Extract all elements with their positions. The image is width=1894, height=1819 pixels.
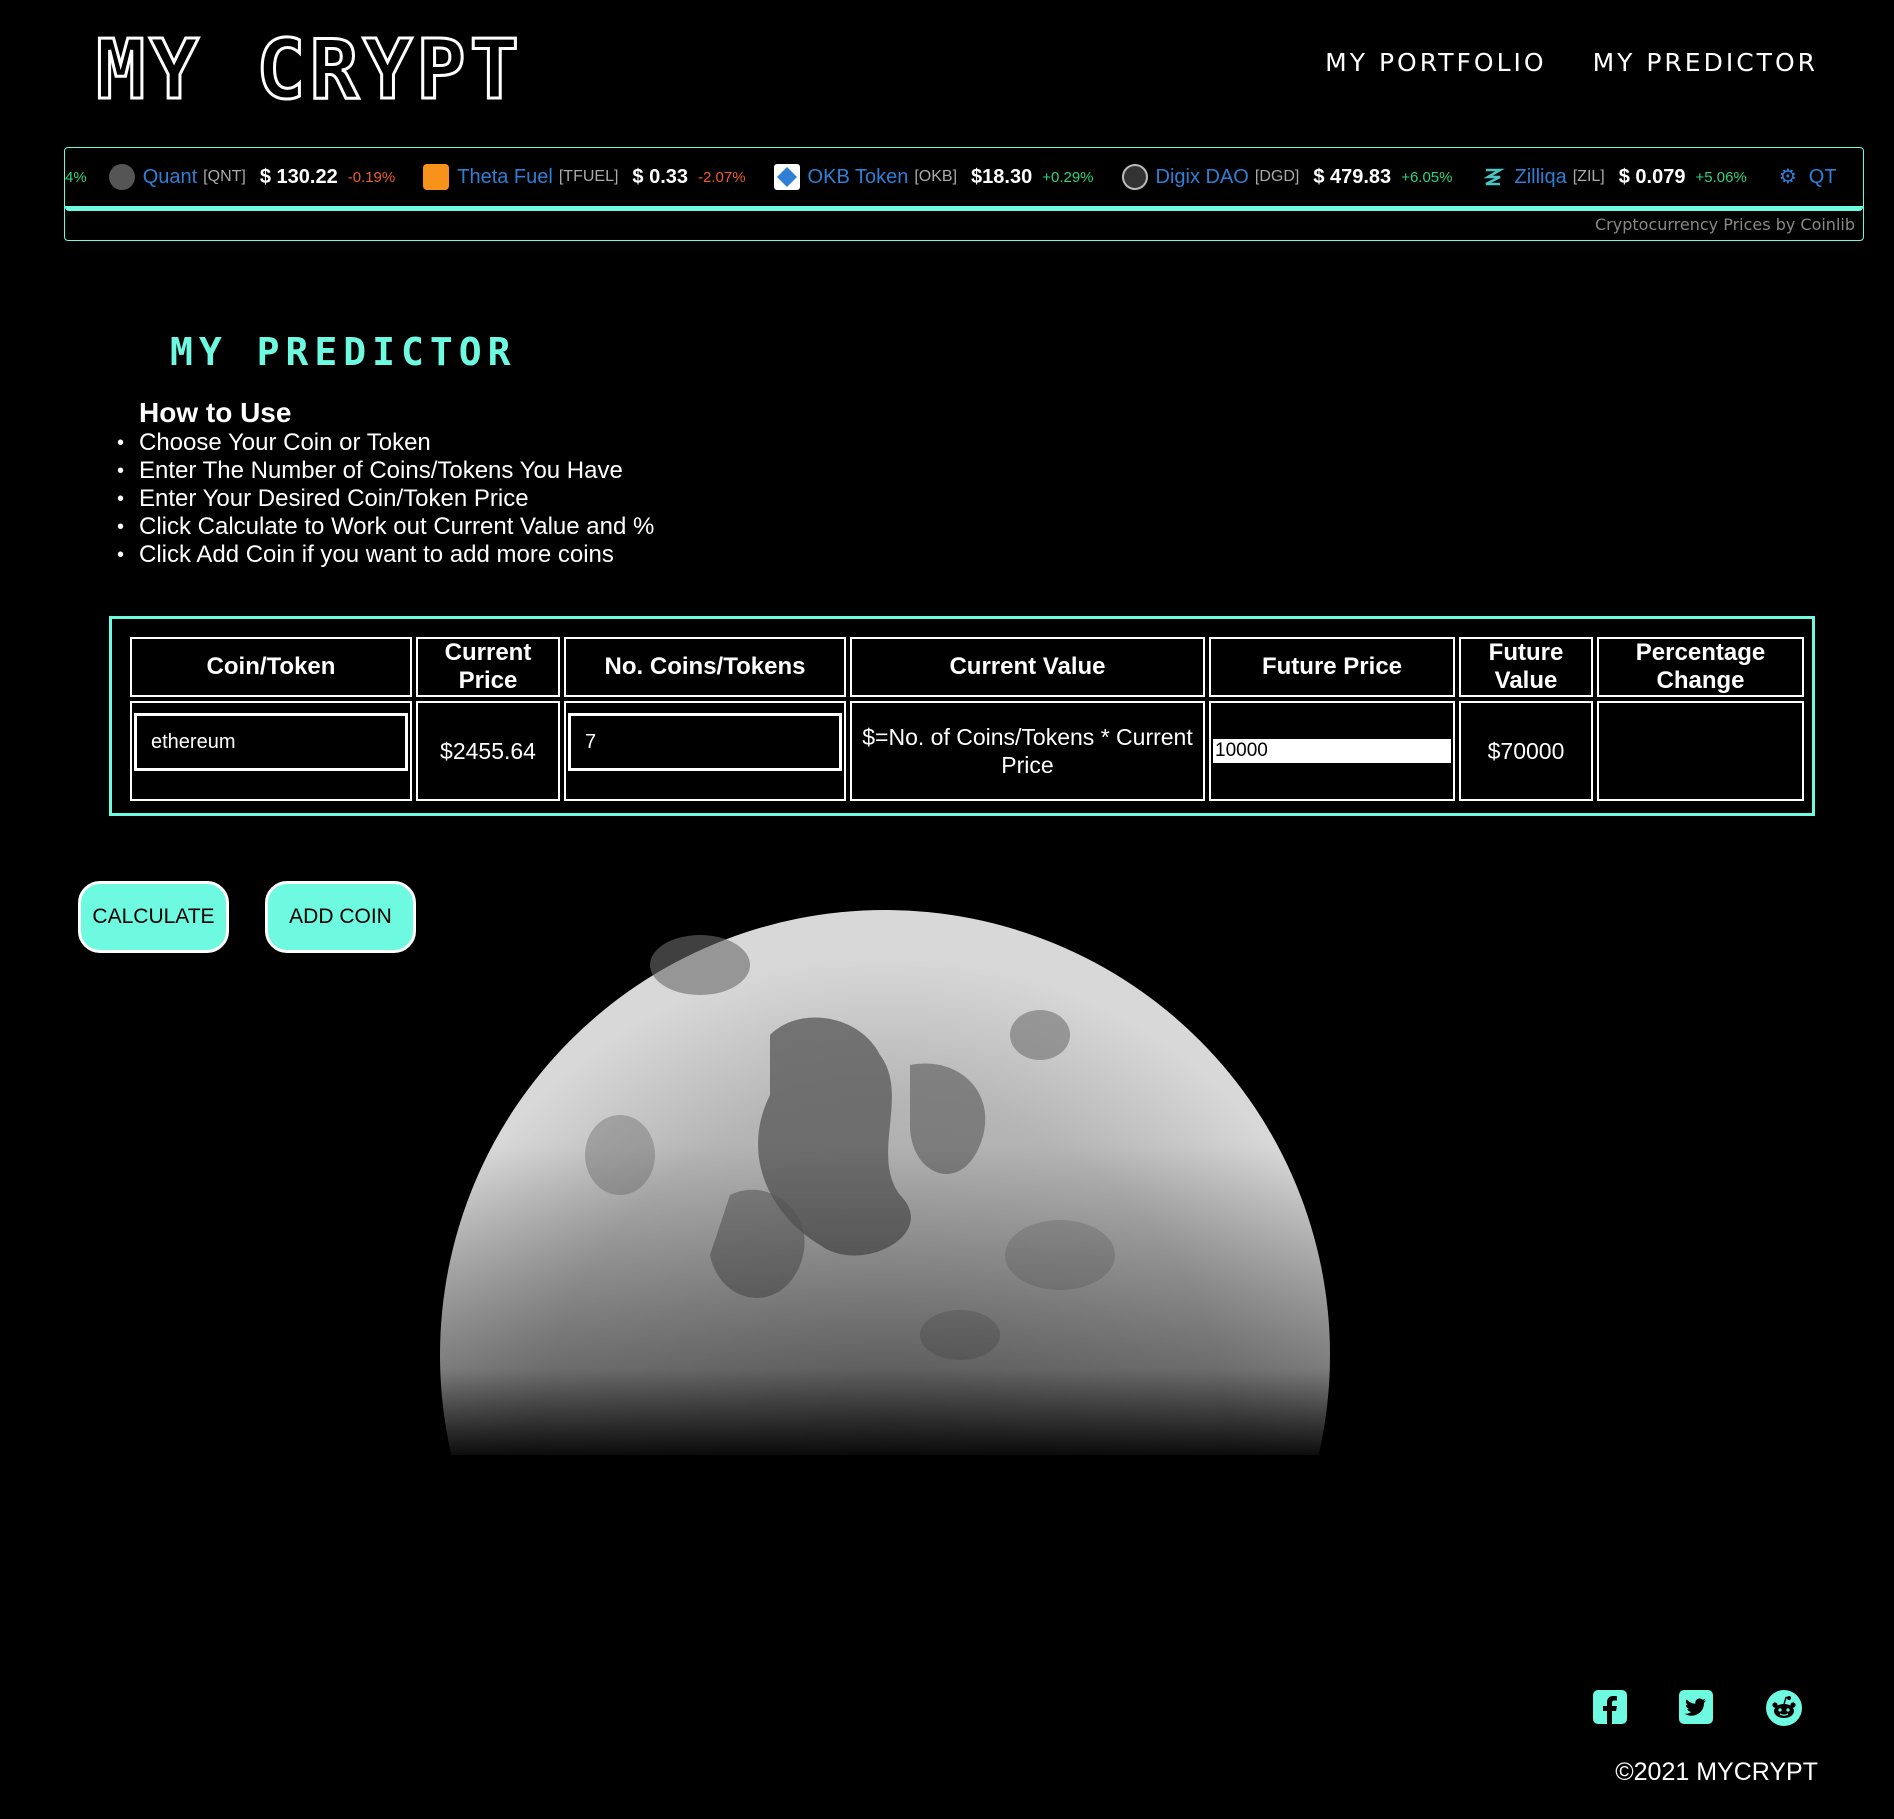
ticker-coin-symbol: [OKB] bbox=[914, 168, 958, 185]
ticker-coin-change: -0.19% bbox=[347, 168, 396, 186]
ticker-coin-change: +0.29% bbox=[1042, 168, 1094, 186]
ticker-item[interactable]: Digix DAO [DGD] $ 479.83 +6.05% bbox=[1121, 164, 1453, 190]
list-item: Click Calculate to Work out Current Valu… bbox=[117, 513, 654, 541]
facebook-icon[interactable] bbox=[1591, 1688, 1629, 1726]
ticker-coin-name[interactable]: Digix DAO bbox=[1156, 166, 1249, 189]
twitter-icon[interactable] bbox=[1677, 1688, 1715, 1726]
coin-cell: ethereum bbox=[130, 701, 412, 801]
ticker-coin-name[interactable]: Quant bbox=[143, 166, 197, 189]
ticker-coin-change: +5.06% bbox=[1695, 168, 1747, 186]
header-coin-token: Coin/Token bbox=[130, 637, 412, 697]
main-nav: MY PORTFOLIO MY PREDICTOR bbox=[1325, 48, 1818, 77]
how-to-use-list: Choose Your Coin or Token Enter The Numb… bbox=[117, 429, 654, 569]
ticker-coin-price: $ 0.33 bbox=[632, 165, 689, 188]
ticker-coin-price: $ 130.22 bbox=[259, 165, 338, 188]
how-to-use-heading: How to Use bbox=[139, 397, 292, 428]
nav-my-predictor[interactable]: MY PREDICTOR bbox=[1593, 48, 1818, 77]
header-current-value: Current Value bbox=[850, 637, 1205, 697]
ticker-lead-change: 4% bbox=[65, 168, 87, 186]
list-item: Enter The Number of Coins/Tokens You Hav… bbox=[117, 457, 654, 485]
ticker-coin-name[interactable]: Theta Fuel bbox=[457, 166, 553, 189]
num-coins-cell: 7 bbox=[564, 701, 846, 801]
header-num-coins: No. Coins/Tokens bbox=[564, 637, 846, 697]
ticker-coin-price: $18.30 bbox=[971, 165, 1033, 188]
num-coins-input[interactable]: 7 bbox=[568, 713, 842, 771]
ticker-coin-name[interactable]: OKB Token bbox=[808, 166, 909, 189]
ticker-coin-symbol: [QNT] bbox=[203, 168, 246, 185]
reddit-icon[interactable] bbox=[1764, 1688, 1804, 1728]
header-future-price: Future Price bbox=[1209, 637, 1455, 697]
table-row: ethereum $2455.64 7 $=No. of Coins/Token… bbox=[130, 701, 1804, 801]
gear-icon: ⚙ bbox=[1778, 166, 1797, 188]
nav-my-portfolio[interactable]: MY PORTFOLIO bbox=[1325, 48, 1546, 77]
future-value-cell: $70000 bbox=[1459, 701, 1593, 801]
ticker-item[interactable]: OKB Token [OKB] $18.30 +0.29% bbox=[773, 164, 1094, 190]
ticker-coin-change: -2.07% bbox=[698, 168, 746, 186]
add-coin-button[interactable]: ADD COIN bbox=[265, 881, 416, 953]
zilliqa-icon bbox=[1480, 164, 1506, 190]
header-percentage-change: Percentage Change bbox=[1597, 637, 1804, 697]
ticker-coin-price: $ 0.079 bbox=[1618, 165, 1686, 188]
copyright-text: ©2021 MYCRYPT bbox=[1615, 1758, 1818, 1786]
price-ticker-widget: 4% Quant [QNT] $ 130.22 -0.19% Theta Fue… bbox=[64, 147, 1864, 241]
coin-input[interactable]: ethereum bbox=[134, 713, 408, 771]
predictor-table: Coin/Token Current Price No. Coins/Token… bbox=[126, 633, 1808, 805]
percentage-change-cell bbox=[1597, 701, 1804, 801]
future-price-input[interactable]: 10000 bbox=[1213, 739, 1451, 763]
ticker-credit-link[interactable]: Cryptocurrency Prices by Coinlib bbox=[1595, 215, 1855, 234]
page-title: MY PREDICTOR bbox=[170, 330, 517, 374]
header-current-price: Current Price bbox=[416, 637, 560, 697]
ticker-coin-symbol: [DGD] bbox=[1254, 168, 1300, 185]
table-header-row: Coin/Token Current Price No. Coins/Token… bbox=[130, 637, 1804, 697]
ticker-row: 4% Quant [QNT] $ 130.22 -0.19% Theta Fue… bbox=[65, 148, 1863, 211]
current-value-cell: $=No. of Coins/Tokens * Current Price bbox=[850, 701, 1205, 801]
digix-icon bbox=[1121, 164, 1148, 190]
ticker-coin-name[interactable]: QT bbox=[1809, 166, 1837, 189]
ticker-coin-name[interactable]: Zilliqa bbox=[1514, 166, 1566, 189]
ticker-coin-symbol: [TFUEL] bbox=[558, 168, 619, 185]
ticker-coin-change: +6.05% bbox=[1401, 168, 1453, 186]
ticker-item[interactable]: Quant [QNT] $ 130.22 -0.19% bbox=[108, 164, 396, 190]
quant-icon bbox=[108, 164, 135, 190]
ticker-coin-price: $ 479.83 bbox=[1313, 165, 1392, 188]
ticker-item[interactable]: Theta Fuel [TFUEL] $ 0.33 -2.07% bbox=[423, 164, 746, 190]
ticker-coin-symbol: [ZIL] bbox=[1572, 168, 1605, 185]
ticker-item[interactable]: Zilliqa [ZIL] $ 0.079 +5.06% bbox=[1480, 164, 1747, 190]
theta-fuel-icon bbox=[423, 164, 450, 190]
header-future-value: Future Value bbox=[1459, 637, 1593, 697]
okb-icon bbox=[773, 164, 800, 190]
moon-image bbox=[440, 895, 1330, 1485]
ticker-item[interactable]: ⚙ QT bbox=[1775, 164, 1843, 190]
future-price-cell: 10000 bbox=[1209, 701, 1455, 801]
how-to-use: How to Use Choose Your Coin or Token Ent… bbox=[117, 397, 654, 569]
site-logo[interactable]: MY CRYPT bbox=[95, 28, 523, 113]
calculate-button[interactable]: CALCULATE bbox=[78, 881, 229, 953]
list-item: Choose Your Coin or Token bbox=[117, 429, 654, 457]
current-price-cell: $2455.64 bbox=[416, 701, 560, 801]
list-item: Click Add Coin if you want to add more c… bbox=[117, 541, 654, 569]
predictor-table-container: Coin/Token Current Price No. Coins/Token… bbox=[109, 616, 1815, 816]
list-item: Enter Your Desired Coin/Token Price bbox=[117, 485, 654, 513]
